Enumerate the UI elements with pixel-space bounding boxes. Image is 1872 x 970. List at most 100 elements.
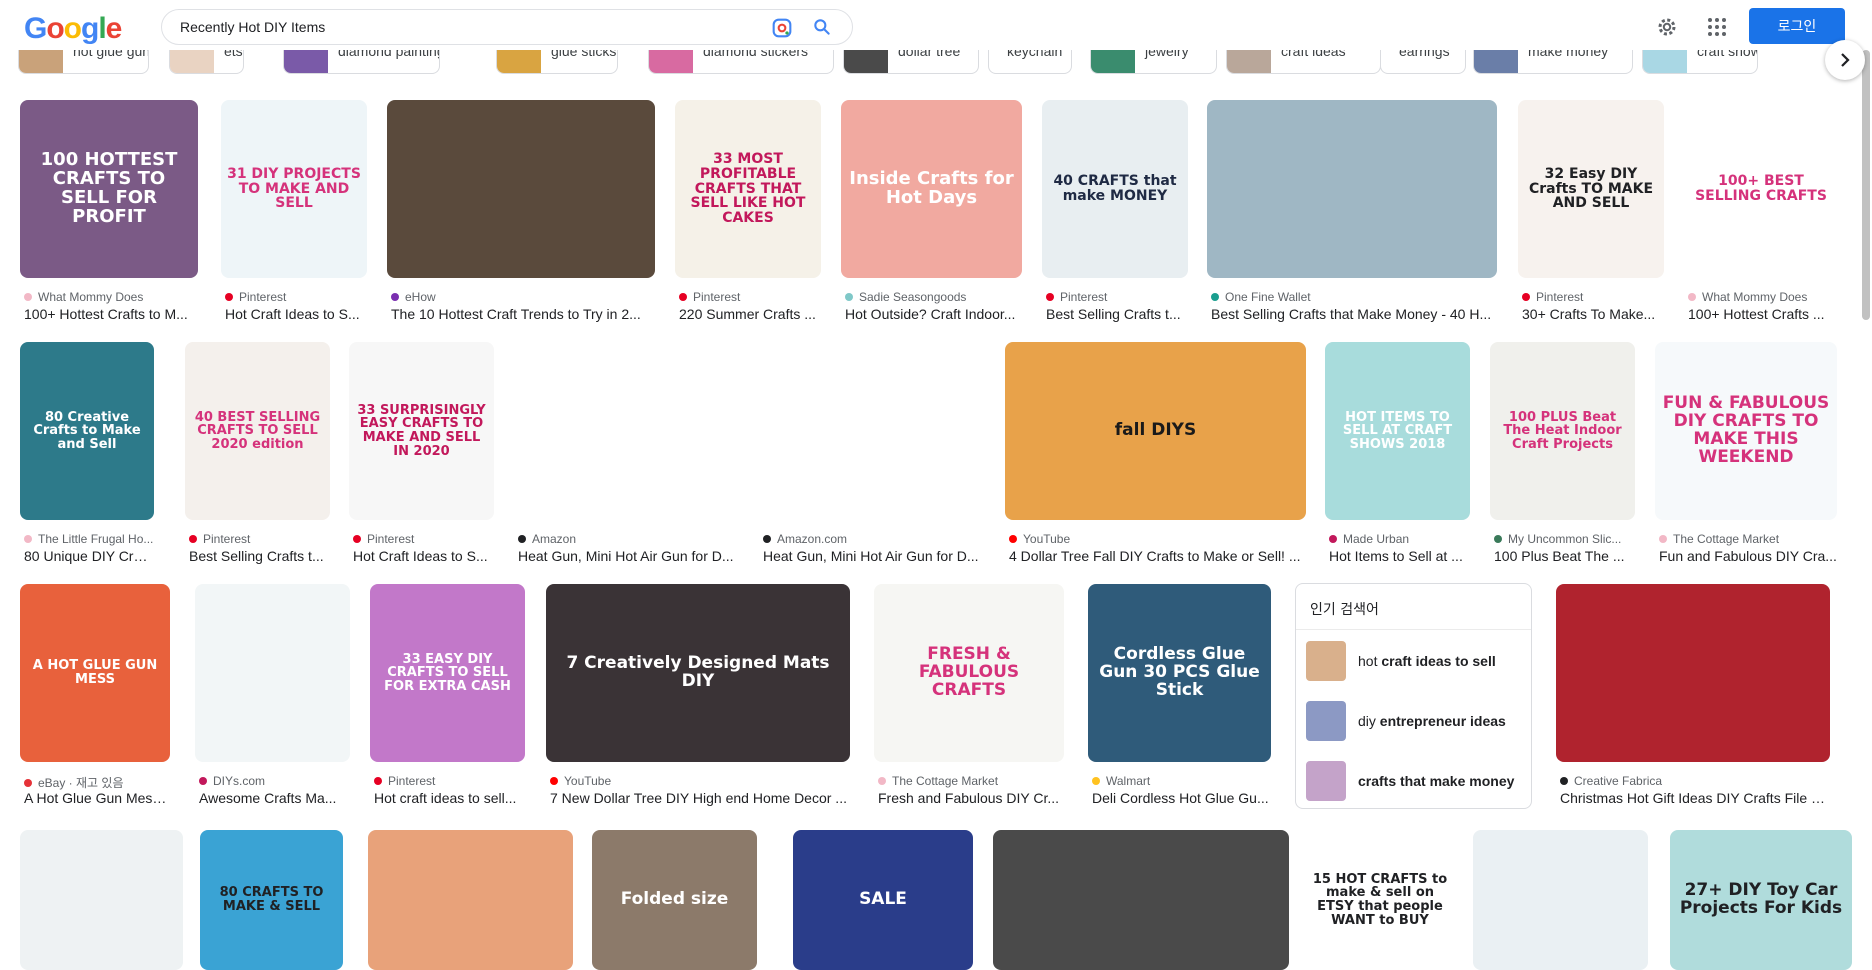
- result-title[interactable]: Deli Cordless Hot Glue Gu...: [1092, 790, 1271, 806]
- chips-next-button[interactable]: [1825, 40, 1865, 80]
- result-title[interactable]: 100+ Hottest Crafts to M...: [24, 306, 198, 322]
- result-thumbnail[interactable]: [993, 830, 1289, 970]
- result-source[interactable]: Pinterest: [353, 532, 494, 546]
- gear-icon[interactable]: [1655, 15, 1679, 39]
- result-thumbnail[interactable]: 33 EASY DIY CRAFTS TO SELL FOR EXTRA CAS…: [370, 584, 525, 762]
- result-source[interactable]: The Little Frugal Ho...: [24, 532, 154, 546]
- result-thumbnail[interactable]: [759, 342, 985, 520]
- search-box[interactable]: [161, 9, 853, 45]
- popular-search-prefix: hot: [1358, 653, 1382, 669]
- result-source[interactable]: Pinterest: [1046, 290, 1188, 304]
- result-title[interactable]: Heat Gun, Mini Hot Air Gun for D...: [518, 548, 740, 564]
- google-lens-icon[interactable]: [772, 18, 792, 38]
- result-title[interactable]: 4 Dollar Tree Fall DIY Crafts to Make or…: [1009, 548, 1306, 564]
- result-thumbnail[interactable]: 100 HOTTEST CRAFTS TO SELL FOR PROFIT: [20, 100, 198, 278]
- result-thumbnail[interactable]: SALE: [793, 830, 973, 970]
- result-thumbnail[interactable]: 80 CRAFTS TO MAKE & SELL: [200, 830, 343, 970]
- apps-grid-icon[interactable]: [1705, 15, 1729, 39]
- login-button[interactable]: 로그인: [1749, 8, 1845, 44]
- result-source[interactable]: Sadie Seasongoods: [845, 290, 1022, 304]
- result-thumbnail[interactable]: [20, 830, 183, 970]
- popular-search-item[interactable]: diy entrepreneur ideas: [1306, 699, 1526, 743]
- search-input[interactable]: [180, 10, 760, 44]
- result-source[interactable]: YouTube: [1009, 532, 1306, 546]
- result-thumbnail[interactable]: 33 SURPRISINGLY EASY CRAFTS TO MAKE AND …: [349, 342, 494, 520]
- result-thumbnail[interactable]: 32 Easy DIY Crafts TO MAKE AND SELL: [1518, 100, 1664, 278]
- google-logo[interactable]: Google: [24, 12, 122, 46]
- result-title[interactable]: Fun and Fabulous DIY Cra...: [1659, 548, 1837, 564]
- result-source[interactable]: YouTube: [550, 774, 850, 788]
- result-thumbnail[interactable]: 31 DIY PROJECTS TO MAKE AND SELL: [221, 100, 367, 278]
- result-title[interactable]: Hot Craft Ideas to S...: [225, 306, 367, 322]
- result-thumbnail[interactable]: [195, 584, 350, 762]
- result-thumbnail[interactable]: 27+ DIY Toy Car Projects For Kids: [1670, 830, 1852, 970]
- result-thumbnail[interactable]: 80 Creative Crafts to Make and Sell: [20, 342, 154, 520]
- result-thumbnail[interactable]: 33 MOST PROFITABLE CRAFTS THAT SELL LIKE…: [675, 100, 821, 278]
- result-source[interactable]: Amazon.com: [763, 532, 985, 546]
- popular-search-item[interactable]: crafts that make money: [1306, 759, 1526, 803]
- result-source[interactable]: Pinterest: [189, 532, 330, 546]
- result-thumbnail[interactable]: Folded size: [592, 830, 757, 970]
- result-title[interactable]: Hot Craft Ideas to S...: [353, 548, 494, 564]
- result-thumbnail[interactable]: [1556, 584, 1830, 762]
- result-thumbnail[interactable]: Cordless Glue Gun 30 PCS Glue Stick: [1088, 584, 1271, 762]
- result-source[interactable]: Pinterest: [225, 290, 367, 304]
- result-source[interactable]: Pinterest: [679, 290, 821, 304]
- thumbnail-caption: 33 SURPRISINGLY EASY CRAFTS TO MAKE AND …: [357, 402, 486, 459]
- result-source[interactable]: The Cottage Market: [1659, 532, 1837, 546]
- result-source[interactable]: One Fine Wallet: [1211, 290, 1497, 304]
- result-thumbnail[interactable]: HOT ITEMS TO SELL AT CRAFT SHOWS 2018: [1325, 342, 1470, 520]
- result-thumbnail[interactable]: 40 CRAFTS that make MONEY: [1042, 100, 1188, 278]
- result-title[interactable]: 100 Plus Beat The ...: [1494, 548, 1635, 564]
- result-source[interactable]: Walmart: [1092, 774, 1271, 788]
- result-title[interactable]: Christmas Hot Gift Ideas DIY Crafts File…: [1560, 790, 1830, 806]
- result-source[interactable]: Amazon: [518, 532, 740, 546]
- result-thumbnail[interactable]: [1207, 100, 1497, 278]
- result-title[interactable]: 220 Summer Crafts ...: [679, 306, 821, 322]
- result-title[interactable]: Hot craft ideas to sell...: [374, 790, 525, 806]
- result-title[interactable]: Heat Gun, Mini Hot Air Gun for D...: [763, 548, 985, 564]
- result-thumbnail[interactable]: [387, 100, 655, 278]
- result-thumbnail[interactable]: FRESH & FABULOUS CRAFTS: [874, 584, 1064, 762]
- result-thumbnail[interactable]: [1473, 830, 1648, 970]
- result-thumbnail[interactable]: fall DIYS: [1005, 342, 1306, 520]
- result-source[interactable]: Creative Fabrica: [1560, 774, 1830, 788]
- result-thumbnail[interactable]: Inside Crafts for Hot Days: [841, 100, 1022, 278]
- result-thumbnail[interactable]: [368, 830, 573, 970]
- result-source[interactable]: My Uncommon Slic...: [1494, 532, 1635, 546]
- result-title[interactable]: 30+ Crafts To Make...: [1522, 306, 1664, 322]
- result-title[interactable]: Best Selling Crafts t...: [189, 548, 330, 564]
- result-source[interactable]: What Mommy Does: [1688, 290, 1838, 304]
- result-title[interactable]: Best Selling Crafts that Make Money - 40…: [1211, 306, 1497, 322]
- result-title[interactable]: The 10 Hottest Craft Trends to Try in 2.…: [391, 306, 655, 322]
- popular-search-item[interactable]: hot craft ideas to sell: [1306, 639, 1526, 683]
- result-source[interactable]: What Mommy Does: [24, 290, 198, 304]
- result-source[interactable]: eBay · 재고 있음: [24, 774, 170, 791]
- search-icon[interactable]: [812, 17, 832, 37]
- result-title[interactable]: 80 Unique DIY Craft...: [24, 548, 154, 564]
- result-source[interactable]: Pinterest: [374, 774, 525, 788]
- result-thumbnail[interactable]: [514, 342, 740, 520]
- result-thumbnail[interactable]: A HOT GLUE GUN MESS: [20, 584, 170, 762]
- result-source[interactable]: The Cottage Market: [878, 774, 1064, 788]
- result-thumbnail[interactable]: 15 HOT CRAFTS to make & sell on ETSY tha…: [1306, 830, 1454, 970]
- result-thumbnail[interactable]: 100 PLUS Beat The Heat Indoor Craft Proj…: [1490, 342, 1635, 520]
- result-thumbnail[interactable]: 100+ BEST SELLING CRAFTS: [1684, 100, 1838, 278]
- result-source[interactable]: Made Urban: [1329, 532, 1470, 546]
- result-thumbnail[interactable]: 7 Creatively Designed Mats DIY: [546, 584, 850, 762]
- result-source[interactable]: Pinterest: [1522, 290, 1664, 304]
- result-thumbnail[interactable]: FUN & FABULOUS DIY CRAFTS TO MAKE THIS W…: [1655, 342, 1837, 520]
- result-title[interactable]: Awesome Crafts Ma...: [199, 790, 350, 806]
- result-title[interactable]: Fresh and Fabulous DIY Cr...: [878, 790, 1064, 806]
- thumbnail-caption: FUN & FABULOUS DIY CRAFTS TO MAKE THIS W…: [1662, 393, 1830, 467]
- result-source[interactable]: eHow: [391, 290, 655, 304]
- result-title[interactable]: 7 New Dollar Tree DIY High end Home Deco…: [550, 790, 850, 806]
- result-title[interactable]: A Hot Glue Gun Mess...: [24, 790, 170, 806]
- page-scrollbar[interactable]: [1862, 50, 1870, 320]
- result-title[interactable]: Best Selling Crafts t...: [1046, 306, 1188, 322]
- result-thumbnail[interactable]: 40 BEST SELLING CRAFTS TO SELL 2020 edit…: [185, 342, 330, 520]
- result-title[interactable]: Hot Items to Sell at ...: [1329, 548, 1470, 564]
- result-title[interactable]: Hot Outside? Craft Indoor...: [845, 306, 1022, 322]
- result-source[interactable]: DIYs.com: [199, 774, 350, 788]
- result-title[interactable]: 100+ Hottest Crafts ...: [1688, 306, 1838, 322]
